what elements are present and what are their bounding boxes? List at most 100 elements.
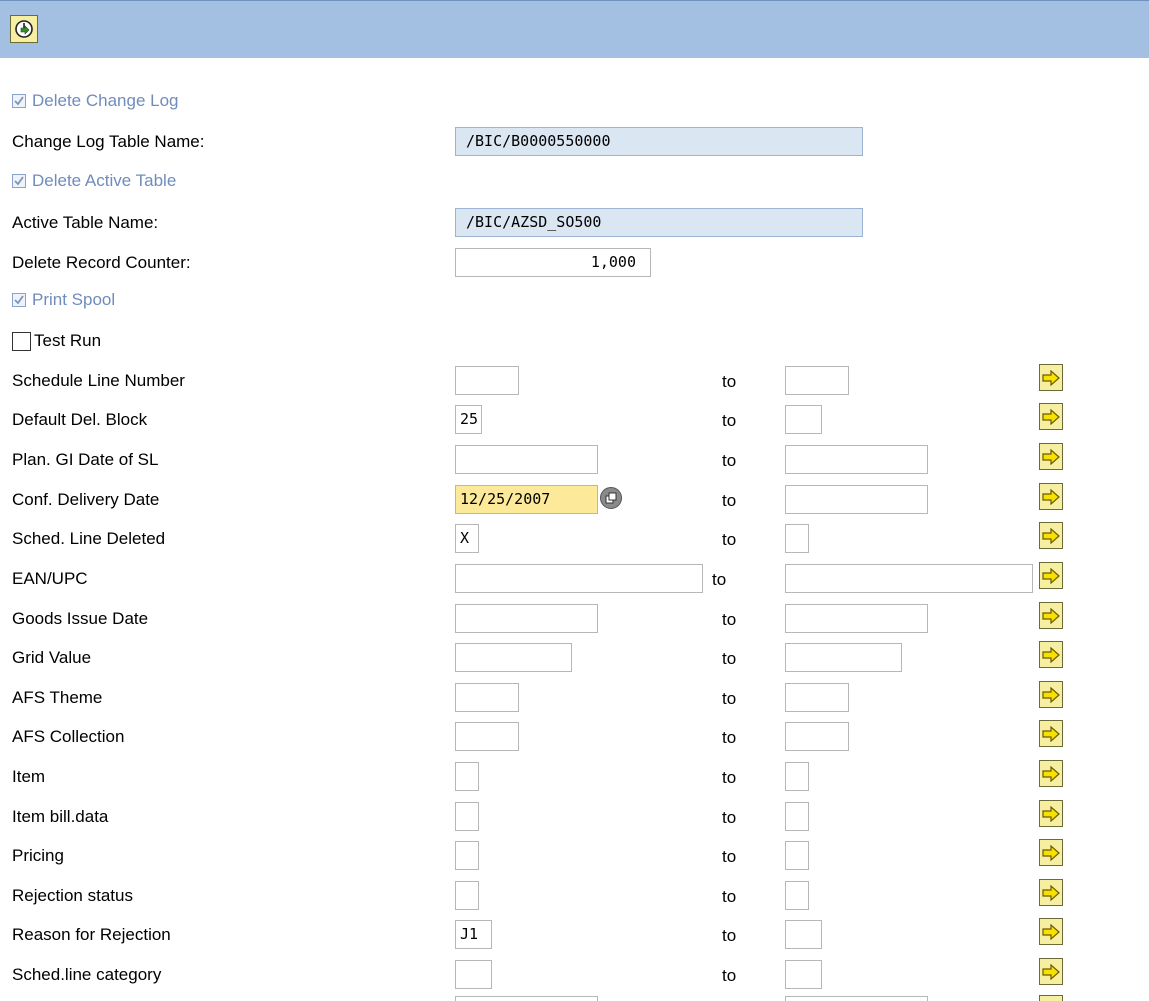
multiple-selection-arrow-icon[interactable] bbox=[1039, 364, 1063, 391]
to-label: to bbox=[722, 491, 737, 510]
select-option-label: Schedule Line Number bbox=[12, 371, 185, 390]
multiple-selection-arrow-icon[interactable] bbox=[1039, 720, 1063, 747]
to-input[interactable] bbox=[785, 996, 928, 1001]
select-option-row-item-bill-data: Item bill.data to bbox=[0, 798, 1149, 836]
from-input[interactable] bbox=[455, 881, 479, 910]
from-input[interactable]: 25 bbox=[455, 405, 482, 434]
to-input[interactable] bbox=[785, 405, 822, 434]
from-input[interactable] bbox=[455, 762, 479, 791]
to-label: to bbox=[722, 728, 737, 747]
select-option-label: Default Del. Block bbox=[12, 410, 148, 429]
to-input[interactable] bbox=[785, 762, 809, 791]
to-input[interactable] bbox=[785, 960, 822, 989]
to-label: to bbox=[722, 649, 737, 668]
to-input[interactable] bbox=[785, 485, 928, 514]
select-option-row-grid-value: Grid Value to bbox=[0, 639, 1149, 677]
print-spool-checkbox[interactable]: Print Spool bbox=[12, 290, 115, 310]
from-input[interactable] bbox=[455, 683, 519, 712]
from-input[interactable] bbox=[455, 722, 519, 751]
select-option-row-goods-issue-date: Goods Issue Date to bbox=[0, 600, 1149, 638]
select-option-label: Goods Issue Date bbox=[12, 609, 149, 628]
multiple-selection-arrow-icon[interactable] bbox=[1039, 879, 1063, 906]
to-input[interactable] bbox=[785, 802, 809, 831]
from-input[interactable] bbox=[455, 366, 519, 395]
from-input[interactable] bbox=[455, 643, 572, 672]
multiple-selection-arrow-icon[interactable] bbox=[1039, 800, 1063, 827]
multiple-selection-arrow-icon[interactable] bbox=[1039, 995, 1063, 1001]
multiple-selection-arrow-icon[interactable] bbox=[1039, 681, 1063, 708]
execute-clock-icon[interactable] bbox=[10, 15, 38, 43]
to-label: to bbox=[712, 570, 727, 589]
multiple-selection-arrow-icon[interactable] bbox=[1039, 641, 1063, 668]
delete-change-log-checkbox[interactable]: Delete Change Log bbox=[12, 91, 179, 111]
select-option-row-sched-line-deleted: Sched. Line Deleted X to bbox=[0, 520, 1149, 558]
to-input[interactable] bbox=[785, 920, 822, 949]
to-label: to bbox=[722, 768, 737, 787]
multiple-selection-arrow-icon[interactable] bbox=[1039, 403, 1063, 430]
to-label: to bbox=[722, 887, 737, 906]
multiple-selection-arrow-icon[interactable] bbox=[1039, 602, 1063, 629]
to-input[interactable] bbox=[785, 841, 809, 870]
print-spool-label: Print Spool bbox=[32, 290, 116, 309]
delete-active-table-row: Delete Active Table bbox=[0, 163, 1149, 201]
from-input[interactable] bbox=[455, 564, 703, 593]
from-input[interactable] bbox=[455, 996, 598, 1001]
select-option-label: Sched.line category bbox=[12, 965, 162, 984]
test-run-checkbox[interactable]: Test Run bbox=[12, 331, 101, 351]
to-label: to bbox=[722, 372, 737, 391]
to-input[interactable] bbox=[785, 643, 902, 672]
from-input[interactable]: 12/25/2007 bbox=[455, 485, 598, 514]
to-input[interactable] bbox=[785, 445, 928, 474]
unchecked-checkbox-icon[interactable] bbox=[12, 331, 31, 351]
active-table-row: Active Table Name: /BIC/AZSD_SO500 bbox=[0, 204, 1149, 242]
select-option-label: Rejection status bbox=[12, 886, 133, 905]
value-help-icon[interactable] bbox=[600, 487, 622, 509]
select-option-label: Reason for Rejection bbox=[12, 925, 171, 944]
delete-record-counter-label: Delete Record Counter: bbox=[12, 253, 191, 272]
delete-record-counter-input[interactable]: 1,000 bbox=[455, 248, 651, 277]
multiple-selection-arrow-icon[interactable] bbox=[1039, 839, 1063, 866]
to-input[interactable] bbox=[785, 683, 849, 712]
multiple-selection-arrow-icon[interactable] bbox=[1039, 483, 1063, 510]
from-input[interactable] bbox=[455, 960, 492, 989]
from-input[interactable]: X bbox=[455, 524, 479, 553]
to-input[interactable] bbox=[785, 722, 849, 751]
select-option-label: Pricing bbox=[12, 846, 64, 865]
select-option-row-afs-collection: AFS Collection to bbox=[0, 718, 1149, 756]
active-table-label: Active Table Name: bbox=[12, 213, 159, 232]
multiple-selection-arrow-icon[interactable] bbox=[1039, 443, 1063, 470]
application-toolbar bbox=[0, 0, 1149, 58]
select-option-label: EAN/UPC bbox=[12, 569, 88, 588]
select-option-row-pricing: Pricing to bbox=[0, 837, 1149, 875]
multiple-selection-arrow-icon[interactable] bbox=[1039, 760, 1063, 787]
multiple-selection-arrow-icon[interactable] bbox=[1039, 522, 1063, 549]
to-input[interactable] bbox=[785, 881, 809, 910]
select-option-label: Sched. Line Deleted bbox=[12, 529, 166, 548]
select-option-row-rejection-status: Rejection status to bbox=[0, 877, 1149, 915]
to-input[interactable] bbox=[785, 604, 928, 633]
to-input[interactable] bbox=[785, 366, 849, 395]
select-option-label: AFS Theme bbox=[12, 688, 103, 707]
to-input[interactable] bbox=[785, 564, 1033, 593]
select-option-row-afs-theme: AFS Theme to bbox=[0, 679, 1149, 717]
to-label: to bbox=[722, 610, 737, 629]
to-input[interactable] bbox=[785, 524, 809, 553]
delete-active-table-checkbox[interactable]: Delete Active Table bbox=[12, 171, 176, 191]
from-input[interactable] bbox=[455, 802, 479, 831]
from-input[interactable]: J1 bbox=[455, 920, 492, 949]
from-input[interactable] bbox=[455, 604, 598, 633]
to-label: to bbox=[722, 926, 737, 945]
multiple-selection-arrow-icon[interactable] bbox=[1039, 562, 1063, 589]
select-option-label: Item bill.data bbox=[12, 807, 109, 826]
from-input[interactable] bbox=[455, 841, 479, 870]
test-run-label: Test Run bbox=[34, 331, 102, 350]
select-option-row-reason-for-rejection: Reason for Rejection J1 to bbox=[0, 916, 1149, 954]
delete-change-log-row: Delete Change Log bbox=[0, 83, 1149, 121]
multiple-selection-arrow-icon[interactable] bbox=[1039, 958, 1063, 985]
select-option-row-ean-upc: EAN/UPC to bbox=[0, 560, 1149, 598]
to-label: to bbox=[722, 451, 737, 470]
checked-checkbox-icon bbox=[12, 293, 26, 307]
from-input[interactable] bbox=[455, 445, 598, 474]
multiple-selection-arrow-icon[interactable] bbox=[1039, 918, 1063, 945]
checked-checkbox-icon bbox=[12, 94, 26, 108]
